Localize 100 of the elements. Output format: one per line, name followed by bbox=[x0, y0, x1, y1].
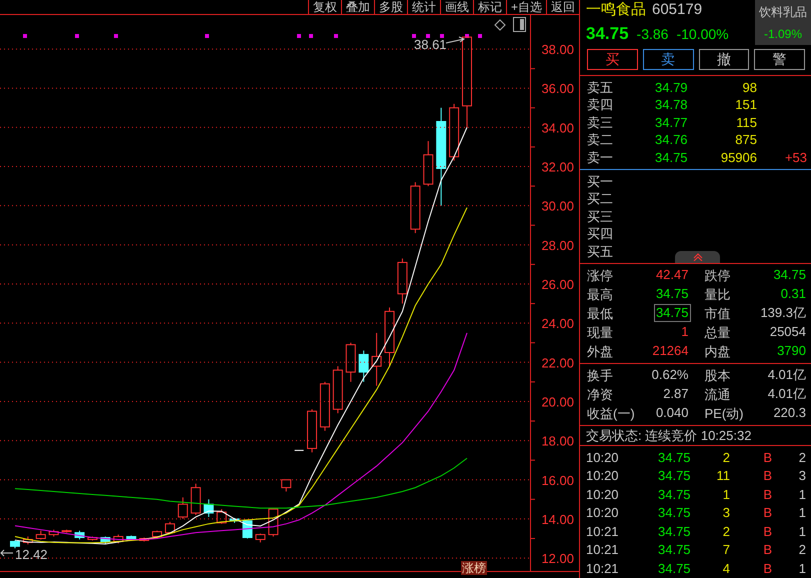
candlestick bbox=[358, 350, 369, 382]
candlestick bbox=[10, 540, 20, 549]
candlestick bbox=[346, 342, 356, 382]
axis-label: 34.00 bbox=[541, 120, 574, 136]
chevron-up-icon bbox=[692, 252, 702, 260]
trade-time: 10:20 bbox=[586, 504, 620, 522]
trade-volume: 4 bbox=[722, 560, 730, 578]
trade-price: 34.75 bbox=[658, 560, 692, 578]
candlestick bbox=[48, 529, 59, 538]
trade-button[interactable]: 撤 bbox=[698, 48, 750, 70]
candlestick bbox=[126, 535, 136, 540]
ask-volume: 95906 bbox=[720, 148, 757, 167]
ask-price: 34.75 bbox=[655, 148, 689, 167]
trade-side: B bbox=[762, 504, 772, 522]
low-price-label: 12.42 bbox=[15, 547, 48, 562]
trade-count: 1 bbox=[798, 504, 806, 522]
axis-label: 32.00 bbox=[541, 160, 574, 175]
sector-name: 饮料乳品 bbox=[759, 4, 807, 21]
stat-value: 21264 bbox=[651, 342, 690, 360]
trading-status: 交易状态: 连续竞价 10:25:32 bbox=[586, 428, 752, 442]
toolbar-button[interactable]: 统计 bbox=[406, 0, 440, 14]
stock-name: 一鸣食品 bbox=[586, 0, 646, 19]
ranking-badge: 涨榜 bbox=[461, 561, 487, 575]
panel-toggle-icon[interactable] bbox=[513, 17, 526, 32]
toolbar-button[interactable]: 复权 bbox=[308, 0, 341, 14]
stat-label: 收益(一) bbox=[587, 404, 635, 422]
candlestick bbox=[268, 508, 278, 538]
stat-value: 42.47 bbox=[654, 266, 690, 284]
trade-side: B bbox=[762, 541, 772, 559]
sector-panel[interactable]: 饮料乳品 -1.09% bbox=[755, 0, 811, 45]
ask-price: 34.77 bbox=[655, 114, 689, 132]
candlestick bbox=[332, 366, 343, 414]
stat-value: 25054 bbox=[768, 323, 807, 341]
toolbar-button[interactable]: 返回 bbox=[546, 0, 579, 14]
toolbar-button[interactable]: 叠加 bbox=[340, 0, 374, 14]
stat-label: 跌停 bbox=[704, 266, 730, 284]
diamond-icon[interactable] bbox=[494, 19, 506, 31]
trade-button[interactable]: 买 bbox=[587, 48, 638, 70]
trade-count: 1 bbox=[798, 522, 806, 540]
candlestick bbox=[449, 103, 460, 162]
trade-price: 34.75 bbox=[658, 467, 692, 485]
stat-label: PE(动) bbox=[704, 404, 744, 422]
order-level-label: 买二 bbox=[587, 190, 614, 208]
candlestick bbox=[255, 533, 266, 543]
order-level-label: 卖一 bbox=[587, 148, 614, 167]
trade-time: 10:21 bbox=[586, 522, 620, 540]
trade-price: 34.75 bbox=[658, 448, 692, 466]
trade-button[interactable]: 卖 bbox=[642, 48, 694, 70]
stock-code: 605179 bbox=[652, 1, 702, 18]
toolbar-button[interactable]: 标记 bbox=[472, 0, 506, 14]
high-price-label: 38.61 bbox=[414, 37, 447, 52]
trade-side: B bbox=[762, 448, 772, 466]
candlestick bbox=[74, 530, 85, 540]
stat-value: 0.040 bbox=[654, 404, 690, 422]
trade-time: 10:20 bbox=[586, 467, 620, 485]
trade-volume: 2 bbox=[722, 522, 730, 540]
trade-price: 34.75 bbox=[658, 522, 692, 540]
ask-price: 34.79 bbox=[655, 78, 689, 96]
trade-price: 34.75 bbox=[658, 486, 692, 504]
axis-label: 26.00 bbox=[541, 277, 574, 292]
candlestick bbox=[384, 306, 394, 367]
candlestick bbox=[216, 508, 227, 524]
stat-label: 股本 bbox=[704, 366, 730, 384]
sector-change: -1.09% bbox=[764, 27, 802, 41]
candlestick bbox=[62, 529, 72, 534]
stat-value: 34.75 bbox=[654, 285, 690, 303]
stat-label: 量比 bbox=[704, 286, 730, 304]
trade-time: 10:21 bbox=[586, 560, 620, 578]
axis-label: 30.00 bbox=[541, 198, 574, 214]
candlestick bbox=[100, 536, 110, 545]
axis-label: 14.00 bbox=[541, 512, 574, 527]
trade-side: B bbox=[762, 560, 772, 578]
trade-volume: 3 bbox=[722, 504, 730, 522]
trade-time: 10:21 bbox=[586, 541, 620, 559]
order-level-label: 卖三 bbox=[587, 114, 614, 132]
toolbar-button[interactable]: 多股 bbox=[374, 0, 407, 14]
stat-label: 市值 bbox=[704, 304, 730, 322]
stat-label: 换手 bbox=[587, 366, 613, 384]
trade-count: 2 bbox=[798, 541, 806, 559]
order-level-label: 买五 bbox=[587, 242, 614, 260]
axis-label: 18.00 bbox=[541, 434, 574, 449]
arrow-icon bbox=[446, 36, 466, 44]
toolbar-button[interactable]: 画线 bbox=[440, 0, 473, 14]
candlestick bbox=[410, 182, 420, 234]
trade-count: 1 bbox=[798, 560, 806, 578]
stat-label: 流通 bbox=[704, 386, 730, 404]
trade-time: 10:20 bbox=[586, 448, 620, 466]
trade-button[interactable]: 警 bbox=[754, 48, 805, 70]
collapse-tab[interactable] bbox=[675, 250, 720, 262]
trade-side: B bbox=[762, 486, 772, 504]
candlestick bbox=[320, 381, 330, 432]
ask-volume: 98 bbox=[742, 78, 757, 96]
toolbar-button[interactable]: +自选 bbox=[506, 0, 546, 14]
candlestick bbox=[307, 408, 318, 453]
price-change: -3.86 bbox=[636, 26, 668, 42]
axis-label: 38.00 bbox=[541, 42, 574, 58]
axis-label: 22.00 bbox=[541, 355, 574, 370]
axis-label: 36.00 bbox=[541, 81, 574, 96]
order-level-label: 卖四 bbox=[587, 96, 614, 114]
trade-time: 10:20 bbox=[586, 486, 620, 504]
